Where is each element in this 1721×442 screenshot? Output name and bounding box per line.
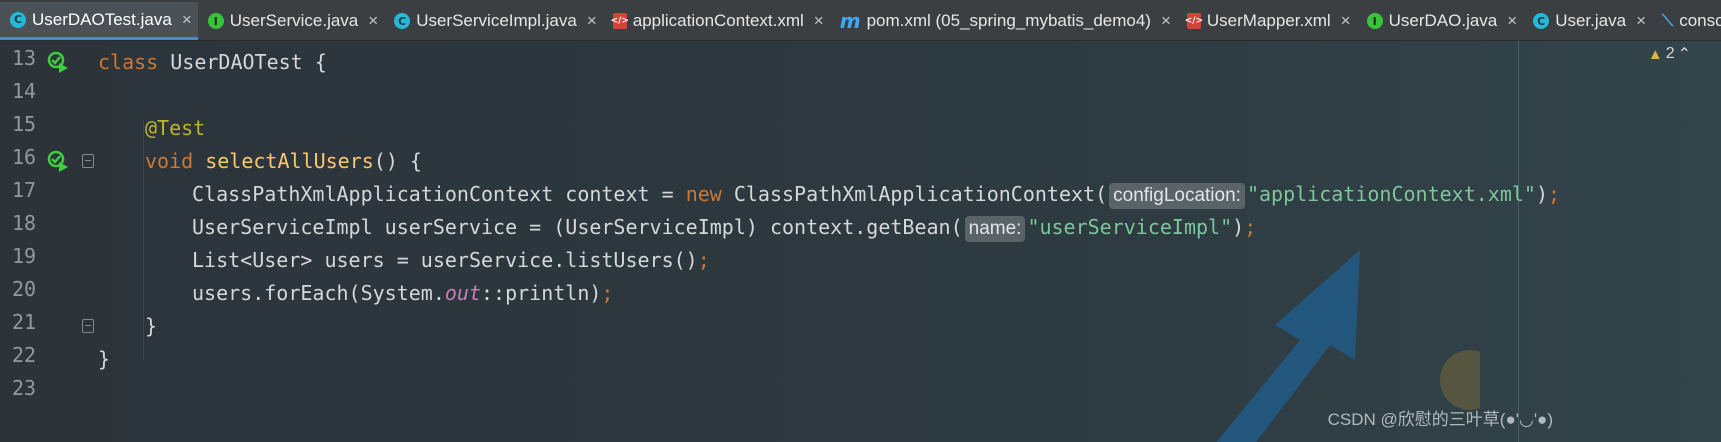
code-text: users.forEach(System. <box>192 281 445 305</box>
fold-end-icon[interactable] <box>82 319 94 333</box>
class-icon: C <box>394 13 411 29</box>
line-number: 19 <box>12 244 37 268</box>
tab-label: applicationContext.xml <box>632 11 804 30</box>
line-number: 16 <box>12 145 37 169</box>
string-literal: "userServiceImpl" <box>1027 215 1233 239</box>
class-name: UserDAOTest <box>170 50 303 74</box>
tab-usermapper[interactable]: </> UserMapper.xml × <box>1177 2 1357 40</box>
code-text: List<User> users = userService.listUsers… <box>192 248 698 272</box>
close-icon[interactable]: × <box>368 11 378 31</box>
tab-userdaotest[interactable]: C UserDAOTest.java × <box>0 2 198 40</box>
run-test-method-icon[interactable] <box>47 150 69 172</box>
class-icon: C <box>1533 13 1550 29</box>
tab-label: UserService.java <box>229 11 359 30</box>
run-test-class-icon[interactable] <box>47 51 69 73</box>
code-text: () { <box>373 149 422 173</box>
code-text: UserServiceImpl userService = (UserServi… <box>192 215 963 239</box>
tab-label: UserServiceImpl.java <box>416 11 577 30</box>
tab-label: UserMapper.xml <box>1206 11 1331 30</box>
code-line-13: class UserDAOTest { <box>98 46 327 78</box>
tab-label: console <box>1679 11 1721 30</box>
tab-user[interactable]: C User.java × <box>1523 2 1652 40</box>
tab-label: UserDAOTest.java <box>32 9 172 29</box>
tab-pom[interactable]: m pom.xml (05_spring_mybatis_demo4) × <box>830 2 1177 40</box>
maven-icon: m <box>839 9 861 33</box>
line-number: 20 <box>12 277 37 301</box>
close-icon[interactable]: × <box>1341 11 1351 31</box>
close-icon[interactable]: × <box>587 11 597 31</box>
code-text: ClassPathXmlApplicationContext context = <box>192 182 686 206</box>
interface-icon: I <box>207 13 224 29</box>
parameter-hint: name: <box>964 216 1026 242</box>
class-icon: C <box>10 11 26 28</box>
keyword: new <box>685 182 722 206</box>
code-line-16: void selectAllUsers() { <box>145 145 422 177</box>
semicolon: ; <box>601 281 614 305</box>
code-line-17: ClassPathXmlApplicationContext context =… <box>192 178 1560 210</box>
semicolon: ; <box>1547 182 1561 206</box>
line-number: 23 <box>12 376 37 400</box>
line-number: 18 <box>12 211 37 235</box>
line-number: 15 <box>12 112 37 136</box>
line-number: 22 <box>12 343 37 367</box>
editor-gutter: 13 14 15 16 17 18 19 20 21 22 23 <box>0 40 95 442</box>
code-line-22: } <box>98 343 110 375</box>
method-name: selectAllUsers <box>205 149 374 173</box>
code-line-20: users.forEach(System.out::println); <box>192 277 613 309</box>
code-text: } <box>145 314 158 338</box>
code-line-21: } <box>145 310 157 342</box>
tab-label: UserDAO.java <box>1388 11 1498 30</box>
fold-collapse-icon[interactable] <box>82 154 94 168</box>
close-icon[interactable]: × <box>1636 11 1646 31</box>
semicolon: ; <box>697 248 710 272</box>
tab-applicationcontext[interactable]: </> applicationContext.xml × <box>603 2 830 40</box>
annotation: @Test <box>145 116 206 140</box>
code-text: ) <box>1535 182 1548 206</box>
code-text: { <box>302 50 327 74</box>
keyword: void <box>145 149 194 173</box>
code-text: } <box>98 347 111 371</box>
line-number: 21 <box>12 310 37 334</box>
tab-label: pom.xml (05_spring_mybatis_demo4) <box>866 11 1151 30</box>
tab-userservice[interactable]: I UserService.java × <box>198 2 384 40</box>
xml-file-icon: </> <box>611 13 629 29</box>
code-text: ) <box>1232 215 1245 239</box>
code-line-18: UserServiceImpl userService = (UserServi… <box>192 211 1256 243</box>
string-literal: "applicationContext.xml" <box>1246 182 1536 206</box>
close-icon[interactable]: × <box>1507 11 1517 31</box>
semicolon: ; <box>1244 215 1257 239</box>
close-icon[interactable]: × <box>182 10 192 30</box>
tab-console[interactable]: ⟍ console <box>1652 2 1721 40</box>
mapper-xml-icon: </> <box>1185 13 1203 29</box>
close-icon[interactable]: × <box>814 11 824 31</box>
code-line-19: List<User> users = userService.listUsers… <box>192 244 710 276</box>
line-number: 14 <box>12 79 37 103</box>
line-number: 13 <box>12 46 37 70</box>
code-text: ClassPathXmlApplicationContext( <box>721 182 1108 206</box>
console-icon: ⟍ <box>1662 11 1674 30</box>
line-number: 17 <box>12 178 37 202</box>
code-text: ::println) <box>481 281 602 305</box>
code-line-15: @Test <box>145 112 205 144</box>
code-editor[interactable]: class UserDAOTest { @Test void selectAll… <box>98 40 1698 442</box>
tab-label: User.java <box>1555 11 1627 30</box>
ide-window: C UserDAOTest.java × I UserService.java … <box>0 0 1721 442</box>
watermark-text: CSDN @欣慰的三叶草(●'◡'●) <box>1327 410 1553 429</box>
static-field: out <box>444 281 481 305</box>
indent-guide <box>143 120 144 360</box>
keyword: class <box>98 50 159 74</box>
editor-tab-bar: C UserDAOTest.java × I UserService.java … <box>0 0 1721 41</box>
parameter-hint: configLocation: <box>1109 183 1245 209</box>
tab-userserviceimpl[interactable]: C UserServiceImpl.java × <box>384 2 603 40</box>
tab-userdao[interactable]: I UserDAO.java × <box>1357 2 1524 40</box>
close-icon[interactable]: × <box>1161 11 1171 31</box>
interface-icon: I <box>1366 13 1383 29</box>
